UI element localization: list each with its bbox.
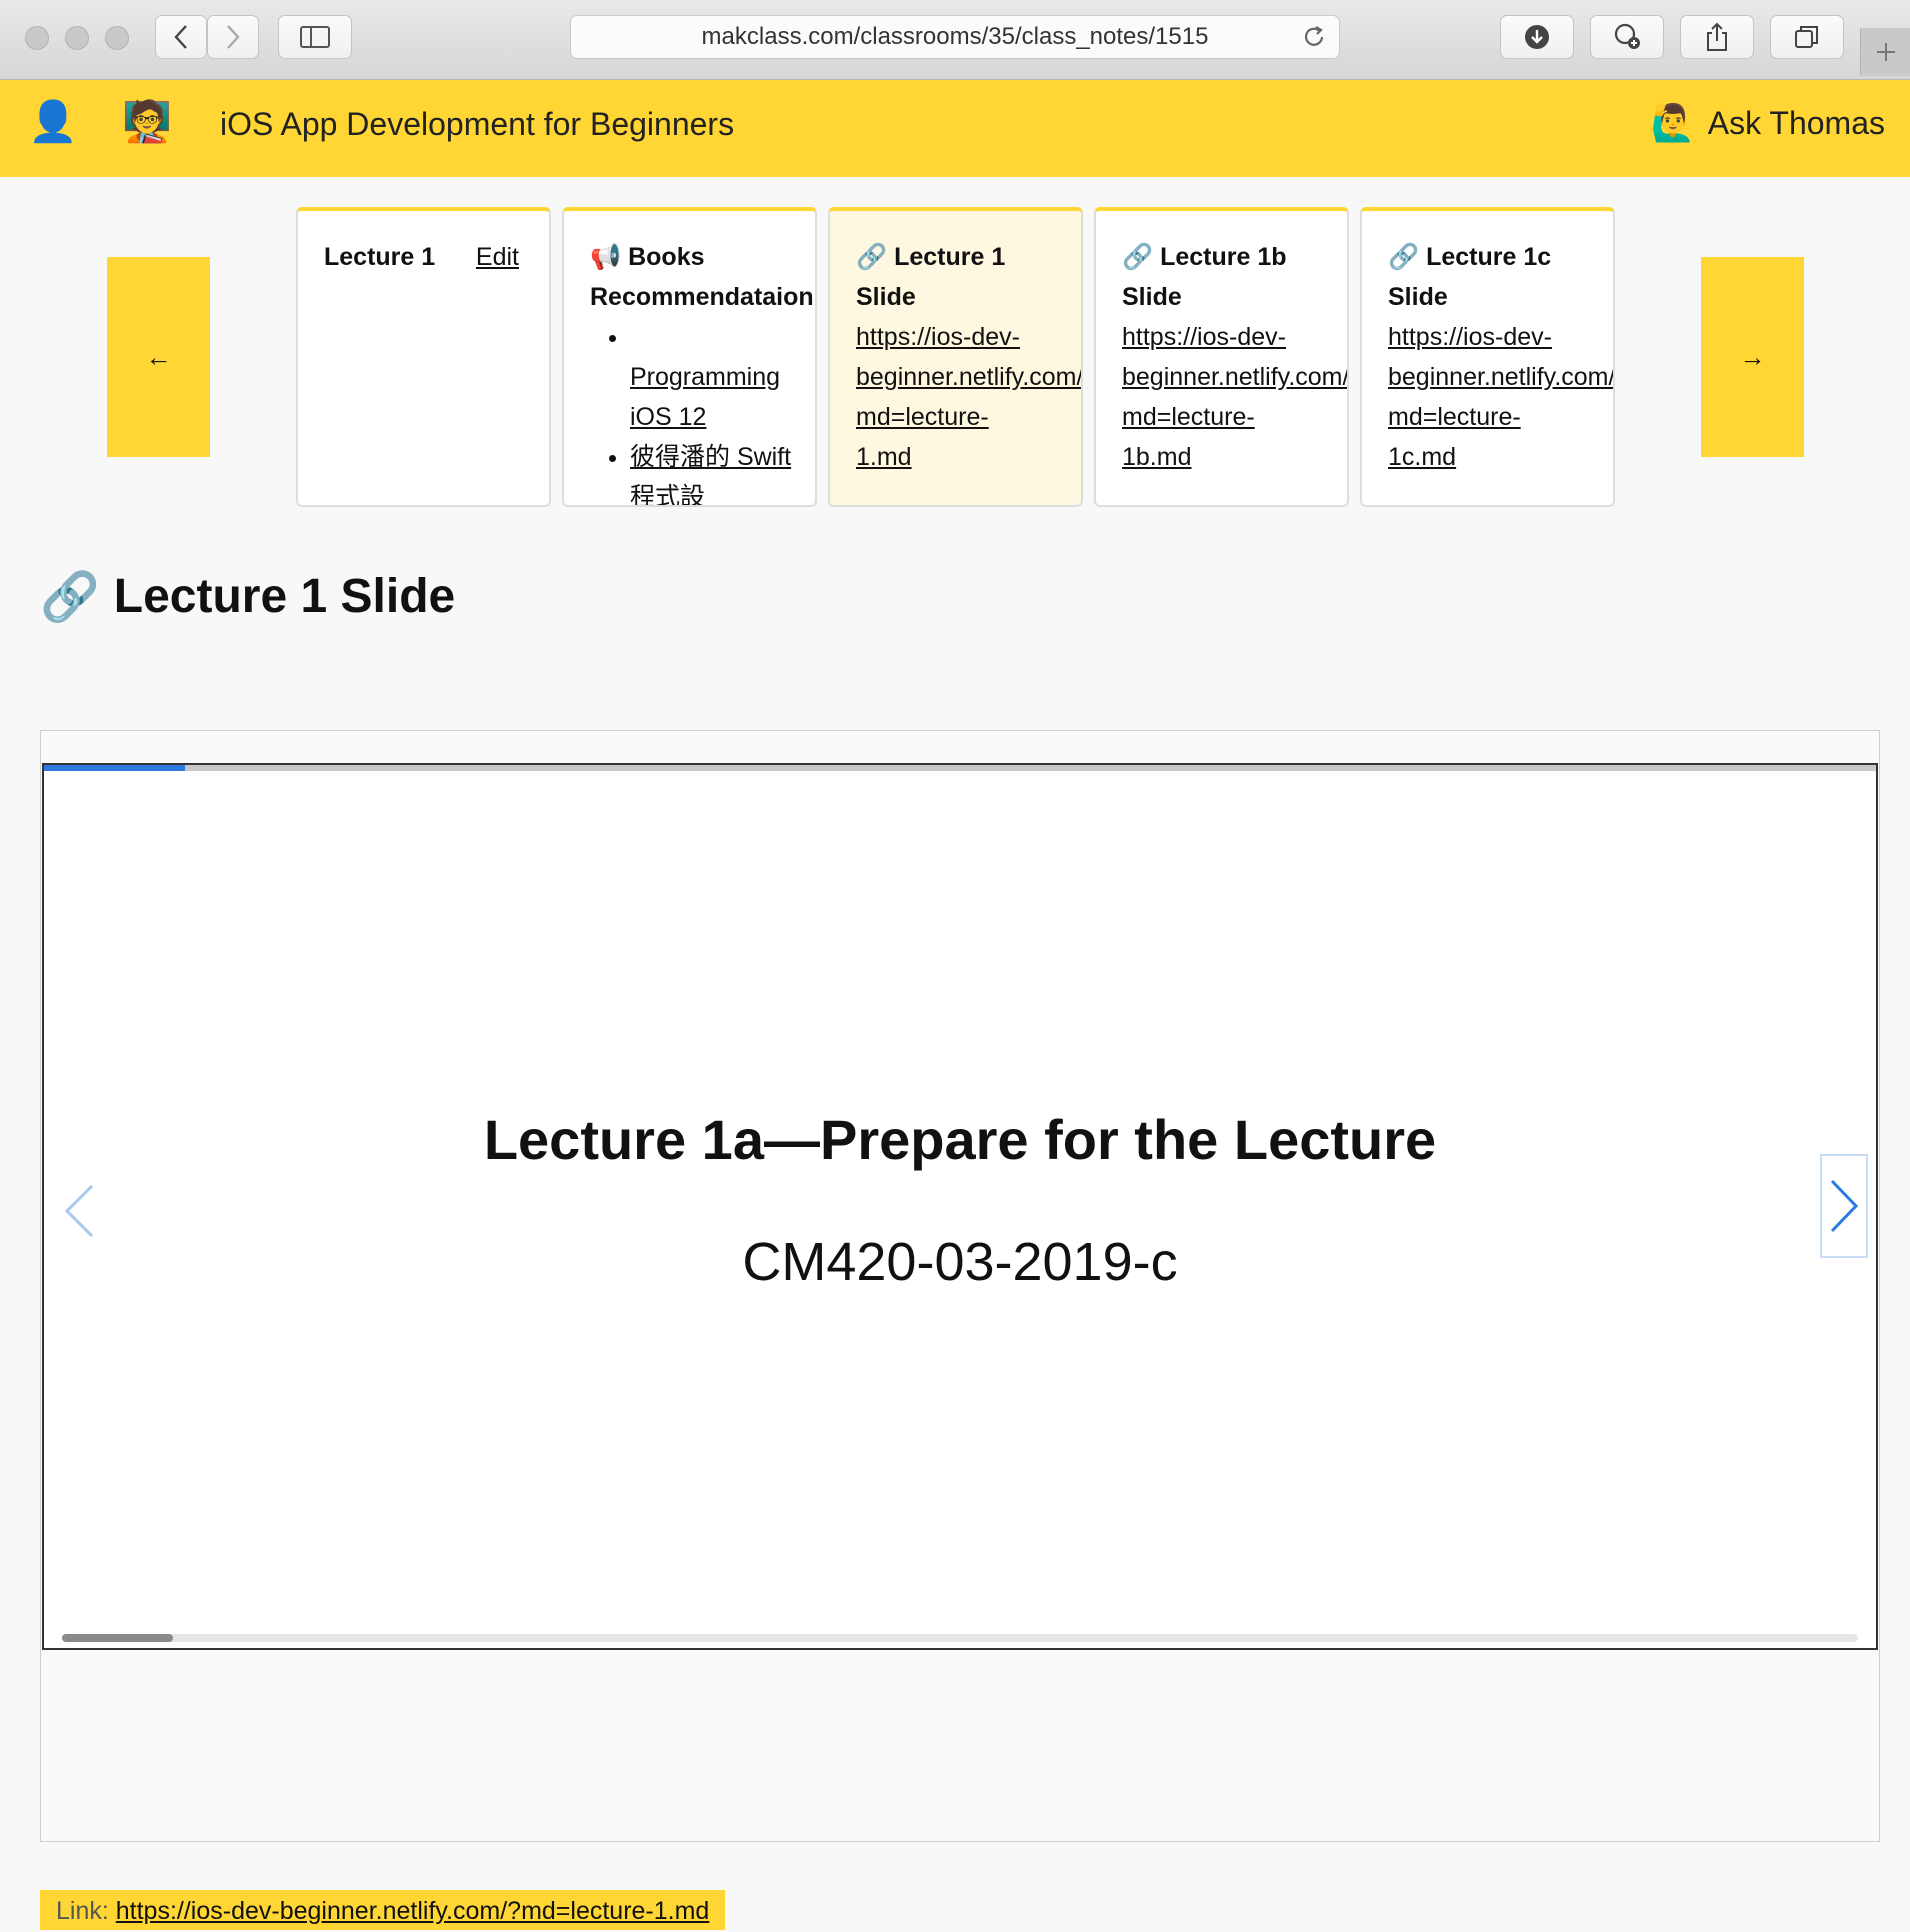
- minimize-window-button[interactable]: [65, 26, 89, 50]
- card-title-line2: Slide: [856, 283, 916, 311]
- tabs-overview-button[interactable]: [1770, 15, 1844, 59]
- close-window-button[interactable]: [25, 26, 49, 50]
- card-lecture-1-slide[interactable]: 🔗 Lecture 1 Slide https://ios-dev- begin…: [828, 207, 1083, 507]
- reload-icon[interactable]: [1301, 24, 1327, 50]
- share-button[interactable]: [1680, 15, 1754, 59]
- slide-next-arrow-icon: [1830, 1179, 1859, 1233]
- card-books-recommendation[interactable]: 📢 Books Recommendataion Programming iOS …: [562, 207, 817, 507]
- slide-link[interactable]: https://ios-dev-beginner.netlify.com/?md…: [116, 1897, 710, 1925]
- card-title: 📢 Books: [590, 243, 705, 271]
- slide-link-bar: Link: https://ios-dev-beginner.netlify.c…: [40, 1890, 726, 1930]
- slide-subtitle: CM420-03-2019-c: [742, 1232, 1178, 1292]
- slide-next-button[interactable]: [1820, 1154, 1868, 1258]
- link-icon: 🔗: [856, 243, 888, 271]
- megaphone-icon: 📢: [590, 243, 622, 271]
- share-icon: [1707, 22, 1727, 51]
- book-link[interactable]: Programming iOS 12: [630, 363, 780, 431]
- plus-icon: [1877, 43, 1895, 61]
- app-header: 👤 🧑‍🏫 iOS App Development for Beginners …: [0, 80, 1910, 177]
- raising-hand-emoji-icon: 🙋‍♂️: [1650, 102, 1696, 143]
- link-label: Link:: [56, 1897, 109, 1925]
- card-title-line2: Slide: [1388, 283, 1448, 311]
- slide-title: Lecture 1a—Prepare for the Lecture: [483, 1108, 1437, 1171]
- sidebar-icon: [300, 26, 330, 48]
- sidebar-toggle-button[interactable]: [278, 15, 352, 59]
- horizontal-scrollbar[interactable]: [62, 1634, 1858, 1642]
- page-title-text: Lecture 1 Slide: [113, 570, 456, 623]
- list-item: 彼得潘的 Swift程式設: [630, 437, 815, 505]
- user-silhouette-icon[interactable]: 👤: [28, 102, 78, 142]
- browser-toolbar: makclass.com/classrooms/35/class_notes/1…: [0, 0, 1910, 80]
- ask-label: Ask Thomas: [1707, 104, 1885, 141]
- edit-link[interactable]: Edit: [476, 237, 519, 277]
- page-title: 🔗 Lecture 1 Slide: [40, 568, 455, 625]
- link-icon: 🔗: [1122, 243, 1154, 271]
- book-link[interactable]: 彼得潘的 Swift程式設: [630, 443, 791, 505]
- back-button[interactable]: [155, 15, 207, 59]
- slide-url-link[interactable]: https://ios-dev- beginner.netlify.com/? …: [856, 317, 1081, 477]
- card-lecture-1[interactable]: Lecture 1 Edit: [296, 207, 551, 507]
- extension-button[interactable]: [1590, 15, 1664, 59]
- url-text: makclass.com/classrooms/35/class_notes/1…: [701, 23, 1209, 50]
- carousel-next-button[interactable]: →: [1701, 257, 1804, 457]
- card-lecture-1c-slide[interactable]: 🔗 Lecture 1c Slide https://ios-dev- begi…: [1360, 207, 1615, 507]
- downloads-button[interactable]: [1500, 15, 1574, 59]
- address-bar[interactable]: makclass.com/classrooms/35/class_notes/1…: [570, 15, 1340, 59]
- download-icon: [1525, 25, 1549, 49]
- extension-icon: [1614, 23, 1640, 49]
- forward-button[interactable]: [207, 15, 259, 59]
- chevron-left-icon: [174, 25, 187, 49]
- slide-url-link[interactable]: https://ios-dev- beginner.netlify.com/? …: [1388, 317, 1613, 477]
- book-list: Programming iOS 12 彼得潘的 Swift程式設: [590, 317, 815, 505]
- card-title: 🔗 Lecture 1b: [1122, 243, 1287, 271]
- tabs-icon: [1795, 26, 1818, 48]
- link-icon: 🔗: [1388, 243, 1420, 271]
- card-title: 🔗 Lecture 1: [856, 243, 1006, 271]
- new-tab-button[interactable]: [1860, 28, 1910, 76]
- slide-viewer[interactable]: Lecture 1a—Prepare for the Lecture CM420…: [42, 763, 1878, 1650]
- list-item: Programming iOS 12: [630, 317, 815, 437]
- slide-url-link[interactable]: https://ios-dev- beginner.netlify.com/? …: [1122, 317, 1347, 477]
- zoom-window-button[interactable]: [105, 26, 129, 50]
- card-title: 🔗 Lecture 1c: [1388, 243, 1552, 271]
- course-title[interactable]: iOS App Development for Beginners: [220, 106, 734, 143]
- card-title-line2: Slide: [1122, 283, 1182, 311]
- slide-prev-arrow-icon[interactable]: [62, 1183, 96, 1239]
- card-title-line2: Recommendataion: [590, 283, 814, 311]
- ask-thomas-button[interactable]: 🙋‍♂️ Ask Thomas: [1651, 102, 1885, 144]
- teacher-emoji-icon[interactable]: 🧑‍🏫: [122, 102, 172, 142]
- carousel-prev-button[interactable]: ←: [107, 257, 210, 457]
- chevron-right-icon: [227, 25, 240, 49]
- link-icon: 🔗: [40, 571, 100, 624]
- slide-progress-bar: [44, 765, 1876, 771]
- card-lecture-1b-slide[interactable]: 🔗 Lecture 1b Slide https://ios-dev- begi…: [1094, 207, 1349, 507]
